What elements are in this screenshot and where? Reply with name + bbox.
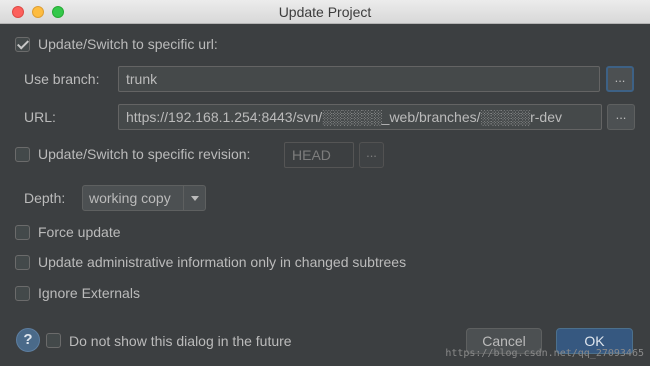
update-url-checkbox[interactable] bbox=[15, 37, 30, 52]
use-branch-label: Use branch: bbox=[24, 71, 100, 87]
depth-label: Depth: bbox=[24, 190, 66, 206]
depth-select[interactable]: working copy bbox=[82, 185, 206, 211]
ignore-externals-checkbox[interactable] bbox=[15, 286, 30, 301]
update-url-label: Update/Switch to specific url: bbox=[38, 36, 218, 52]
url-input[interactable]: https://192.168.1.254:8443/svn/░░░░░░_we… bbox=[118, 104, 602, 130]
changed-subtrees-checkbox[interactable] bbox=[15, 255, 30, 270]
ignore-externals-label: Ignore Externals bbox=[38, 285, 140, 301]
url-browse-button[interactable]: ... bbox=[607, 104, 635, 130]
revision-label: Update/Switch to specific revision: bbox=[38, 146, 251, 162]
url-label: URL: bbox=[24, 109, 56, 125]
revision-input[interactable]: HEAD bbox=[284, 142, 354, 168]
revision-browse-button[interactable]: ... bbox=[359, 142, 384, 168]
revision-checkbox[interactable] bbox=[15, 147, 30, 162]
dont-show-checkbox[interactable] bbox=[46, 333, 61, 348]
dont-show-label: Do not show this dialog in the future bbox=[69, 333, 292, 349]
branch-browse-button[interactable]: ... bbox=[606, 66, 634, 92]
force-update-checkbox[interactable] bbox=[15, 225, 30, 240]
window-title: Update Project bbox=[278, 4, 372, 20]
watermark-text: https://blog.csdn.net/qq_27093465 bbox=[445, 348, 644, 359]
title-bar: Update Project bbox=[0, 0, 650, 24]
changed-subtrees-label: Update administrative information only i… bbox=[38, 254, 407, 270]
chevron-down-icon bbox=[183, 186, 205, 210]
force-update-label: Force update bbox=[38, 224, 121, 240]
depth-select-value: working copy bbox=[89, 190, 171, 206]
branch-input[interactable]: trunk bbox=[118, 66, 600, 92]
help-button[interactable]: ? bbox=[16, 328, 40, 352]
